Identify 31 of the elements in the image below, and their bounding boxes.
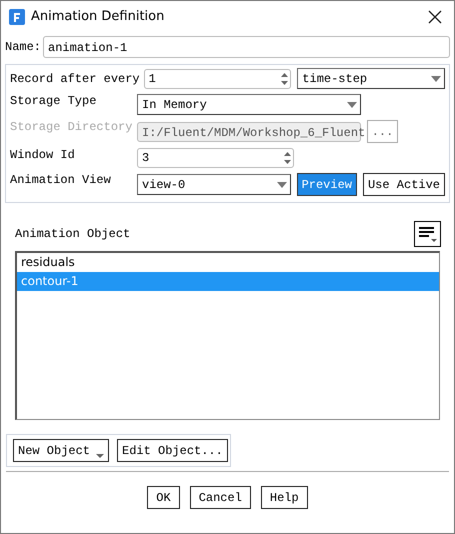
edit-object-button[interactable]: Edit Object... (117, 439, 228, 462)
new-object-button[interactable]: New Object (13, 439, 110, 462)
dropdown-arrow-icon (96, 454, 104, 458)
unit-dropdown[interactable]: time-step (297, 68, 445, 89)
animation-object-label: Animation Object (15, 227, 130, 241)
dropdown-arrow-icon (276, 182, 287, 188)
spinner-icon[interactable] (283, 150, 292, 166)
cancel-button[interactable]: Cancel (190, 486, 251, 509)
animation-view-dropdown[interactable]: view-0 (137, 174, 291, 195)
dropdown-arrow-icon (347, 102, 357, 108)
storage-type-dropdown[interactable]: In Memory (137, 94, 361, 115)
window-title: Animation Definition (31, 9, 166, 24)
animation-view-label: Animation View (10, 173, 112, 187)
record-label: Record after every (10, 72, 140, 86)
dropdown-arrow-icon (431, 76, 441, 82)
name-field[interactable]: animation-1 (43, 36, 450, 58)
close-icon[interactable] (428, 10, 442, 24)
storage-type-label: Storage Type (10, 94, 98, 108)
window-id-spin-field[interactable]: 3 (137, 148, 294, 168)
spinner-icon[interactable] (280, 70, 290, 86)
ok-button[interactable]: OK (147, 486, 180, 509)
window-id-label: Window Id (10, 148, 76, 162)
list-item[interactable]: residuals (17, 253, 439, 272)
storage-directory-label: Storage Directory (10, 120, 134, 134)
record-spin-field[interactable]: 1 (144, 68, 292, 88)
name-label: Name: (5, 40, 42, 54)
list-menu-icon[interactable] (414, 221, 441, 247)
help-button[interactable]: Help (260, 486, 308, 509)
preview-button[interactable]: Preview (296, 173, 357, 196)
use-active-button[interactable]: Use Active (362, 173, 445, 196)
app-logo-icon (9, 8, 25, 24)
